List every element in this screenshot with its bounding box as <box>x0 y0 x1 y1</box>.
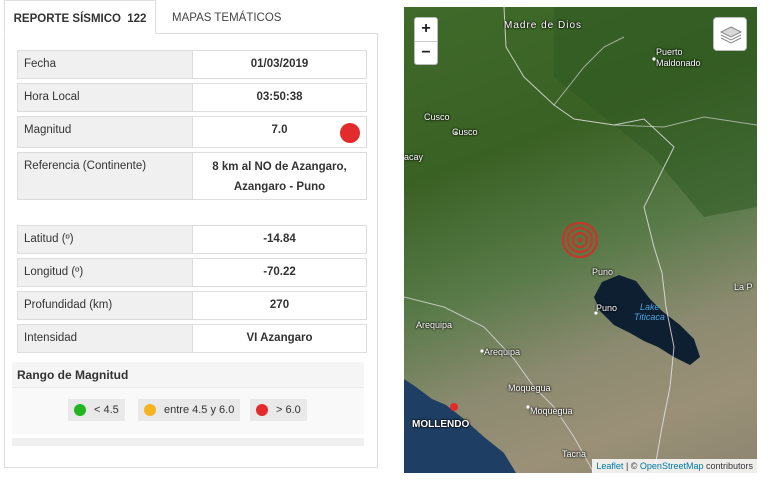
place-la-paz: La P <box>734 282 753 292</box>
fecha-label: Fecha <box>18 51 193 78</box>
hora-label: Hora Local <box>18 84 193 111</box>
row-referencia: Referencia (Continente) 8 km al NO de Az… <box>17 152 367 200</box>
place-puno-city: Puno <box>596 303 618 313</box>
tab-reporte-sismico[interactable]: REPORTE SÍSMICO 122 <box>4 0 156 34</box>
zoom-out-button[interactable]: − <box>415 42 437 66</box>
legend-low-label: < 4.5 <box>94 404 119 416</box>
zoom-control: + − <box>414 17 438 65</box>
row-profundidad: Profundidad (km) 270 <box>17 291 367 320</box>
epicenter-marker-icon[interactable] <box>561 221 599 259</box>
longitud-value: -70.22 <box>263 266 296 278</box>
tab-mapas-tematicos[interactable]: MAPAS TEMÁTICOS <box>172 0 281 34</box>
place-arequipa-city: Arequipa <box>484 347 521 357</box>
rango-legend: < 4.5 entre 4.5 y 6.0 > 6.0 <box>12 388 364 434</box>
magnitud-value: 7.0 <box>271 124 288 136</box>
referencia-value: 8 km al NO de Azangaro, Azangaro - Puno <box>193 153 366 199</box>
row-longitud: Longitud (º) -70.22 <box>17 258 367 287</box>
referencia-line1: 8 km al NO de Azangaro, <box>212 161 347 173</box>
legend-mid: entre 4.5 y 6.0 <box>138 399 241 421</box>
magnitude-indicator-icon <box>340 123 360 143</box>
place-mollendo: MOLLENDO <box>412 419 470 430</box>
place-cusco-city: Cusco <box>452 127 478 137</box>
intensidad-value: VI Azangaro <box>246 332 313 344</box>
place-arequipa-region: Arequipa <box>416 320 453 330</box>
place-puerto: Puerto <box>656 47 683 57</box>
latitud-value: -14.84 <box>263 233 296 245</box>
place-cusco-region: Cusco <box>424 112 450 122</box>
place-acay: acay <box>404 152 424 162</box>
legend-mid-label: entre 4.5 y 6.0 <box>164 404 235 416</box>
tab-reporte-label: REPORTE SÍSMICO <box>13 13 121 25</box>
magnitud-cell: 7.0 <box>193 117 366 147</box>
profundidad-value: 270 <box>269 299 290 311</box>
leaflet-link[interactable]: Leaflet <box>596 461 623 471</box>
hora-value: 03:50:38 <box>256 91 303 103</box>
profundidad-label: Profundidad (km) <box>18 292 193 319</box>
yellow-dot-icon <box>144 404 156 416</box>
place-moquegua-city: Moquegua <box>530 406 573 416</box>
tab-mapas-label: MAPAS TEMÁTICOS <box>172 12 282 24</box>
attribution-separator: | © <box>623 461 640 471</box>
intensidad-label: Intensidad <box>18 325 193 352</box>
layers-button[interactable] <box>713 17 747 51</box>
place-maldonado: Maldonado <box>656 58 701 68</box>
place-moquegua-region: Moquegua <box>508 383 551 393</box>
legend-high: > 6.0 <box>250 399 307 421</box>
tab-reporte-count: 122 <box>127 13 147 25</box>
place-puno-region: Puno <box>592 267 614 277</box>
row-hora: Hora Local 03:50:38 <box>17 83 367 112</box>
osm-link[interactable]: OpenStreetMap <box>640 461 704 471</box>
layers-icon <box>719 26 743 44</box>
zoom-in-button[interactable]: + <box>415 18 437 42</box>
place-titicaca: Titicaca <box>634 312 665 322</box>
row-intensidad: Intensidad VI Azangaro <box>17 324 367 353</box>
legend-high-label: > 6.0 <box>276 404 301 416</box>
longitud-label: Longitud (º) <box>18 259 193 286</box>
place-lake: Lake <box>640 302 660 312</box>
map-attribution: Leaflet | © OpenStreetMap contributors <box>592 459 757 473</box>
row-fecha: Fecha 01/03/2019 <box>17 50 367 79</box>
place-madre-de-dios: Madre de Dios <box>504 20 583 31</box>
row-magnitud: Magnitud 7.0 <box>17 116 367 148</box>
panel-footer <box>12 438 364 446</box>
place-tacna: Tacna <box>562 449 587 459</box>
referencia-label: Referencia (Continente) <box>18 153 193 199</box>
legend-low: < 4.5 <box>68 399 125 421</box>
rango-title: Rango de Magnitud <box>12 362 364 388</box>
mollendo-marker-icon[interactable] <box>450 403 458 411</box>
map-view[interactable]: Madre de Dios Puerto Maldonado Cusco Cus… <box>404 7 757 473</box>
fecha-value: 01/03/2019 <box>250 58 309 70</box>
attribution-tail: contributors <box>703 461 753 471</box>
magnitud-label: Magnitud <box>18 117 193 147</box>
row-latitud: Latitud (º) -14.84 <box>17 225 367 254</box>
latitud-label: Latitud (º) <box>18 226 193 253</box>
red-dot-icon <box>256 404 268 416</box>
referencia-line2: Azangaro - Puno <box>233 181 326 193</box>
map-terrain <box>404 7 757 473</box>
green-dot-icon <box>74 404 86 416</box>
tab-bar: REPORTE SÍSMICO 122 MAPAS TEMÁTICOS <box>4 0 378 34</box>
